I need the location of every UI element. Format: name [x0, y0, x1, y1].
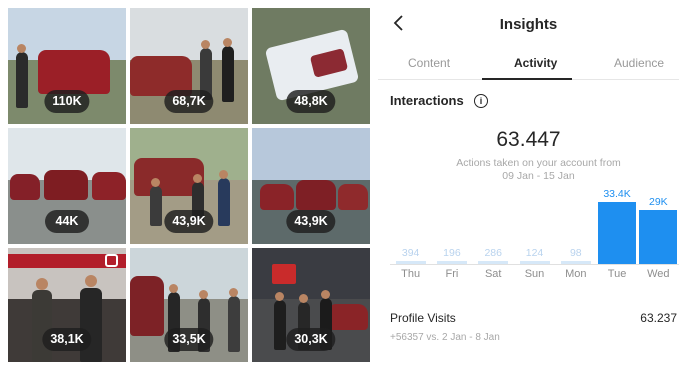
- post-tile[interactable]: 110K: [8, 8, 126, 124]
- chart-day-label: Fri: [445, 268, 459, 280]
- view-count-badge: 110K: [44, 90, 90, 113]
- chart-bar[interactable]: [560, 261, 591, 264]
- tab-activity[interactable]: Activity: [514, 56, 557, 70]
- interactions-bar-chart: 394 Thu 196 Fri 286 Sat 124 Sun 98 Mon 33.4K Tue 29K…: [390, 188, 679, 288]
- chart-day-label: Sat: [484, 268, 502, 280]
- insights-panel: Insights Content Activity Audience Inter…: [378, 0, 679, 365]
- post-grid: 110K 68,7K 48,8K 44K 43,9K 43,9K 38,1K 3…: [8, 8, 370, 362]
- info-icon[interactable]: i: [474, 94, 488, 108]
- chart-data-label: 196: [443, 247, 461, 259]
- view-count-badge: 33,5K: [164, 328, 214, 351]
- chart-bar[interactable]: [436, 261, 467, 264]
- interactions-subtitle: Actions taken on your account from 09 Ja…: [418, 157, 659, 183]
- chart-data-label: 98: [569, 247, 582, 259]
- section-title: Interactions: [390, 93, 464, 108]
- chart-day-label: Thu: [401, 268, 421, 280]
- view-count-badge: 38,1K: [42, 328, 92, 351]
- chart-day-label: Wed: [647, 268, 670, 280]
- profile-visits-label[interactable]: Profile Visits: [390, 311, 456, 325]
- insights-header: Insights: [378, 0, 679, 48]
- post-tile[interactable]: 33,5K: [130, 248, 248, 362]
- tab-audience[interactable]: Audience: [614, 56, 664, 70]
- chart-day-label: Tue: [607, 268, 627, 280]
- chart-data-label: 29K: [649, 196, 668, 209]
- view-count-badge: 44K: [45, 210, 89, 233]
- interactions-total: 63.447: [496, 128, 561, 151]
- view-count-badge: 43,9K: [164, 210, 214, 233]
- view-count-badge: 48,8K: [286, 90, 336, 113]
- chart-bar[interactable]: [395, 261, 426, 264]
- active-tab-indicator: [482, 78, 572, 80]
- chart-bar[interactable]: [478, 261, 509, 264]
- chart-baseline: [390, 264, 679, 265]
- chart-bar[interactable]: [639, 210, 678, 264]
- chart-data-label: 286: [484, 247, 502, 259]
- subtitle-line: Actions taken on your account from: [456, 157, 621, 169]
- view-count-badge: 43,9K: [286, 210, 336, 233]
- post-tile[interactable]: 43,9K: [130, 128, 248, 244]
- tab-content[interactable]: Content: [408, 56, 450, 70]
- post-tile[interactable]: 43,9K: [252, 128, 370, 244]
- profile-visits-comparison: +56357 vs. 2 Jan - 8 Jan: [390, 332, 500, 343]
- post-tile[interactable]: 38,1K: [8, 248, 126, 362]
- chart-data-label: 124: [525, 247, 544, 259]
- view-count-badge: 68,7K: [164, 90, 214, 113]
- insights-tabs: Content Activity Audience: [378, 48, 679, 80]
- chart-bar[interactable]: [598, 202, 637, 264]
- post-tile[interactable]: 48,8K: [252, 8, 370, 124]
- post-tile[interactable]: 30,3K: [252, 248, 370, 362]
- view-count-badge: 30,3K: [286, 328, 336, 351]
- chart-bar[interactable]: [519, 261, 550, 264]
- chart-day-label: Mon: [565, 268, 587, 280]
- chart-data-label: 33.4K: [603, 188, 631, 200]
- chart-day-label: Sun: [524, 268, 545, 280]
- chart-data-label: 394: [401, 247, 420, 259]
- post-tile[interactable]: 68,7K: [130, 8, 248, 124]
- subtitle-date-range: 09 Jan - 15 Jan: [502, 170, 575, 182]
- profile-visits-value: 63.237: [640, 311, 677, 325]
- post-tile[interactable]: 44K: [8, 128, 126, 244]
- reel-icon: [105, 254, 118, 267]
- page-title: Insights: [499, 16, 558, 33]
